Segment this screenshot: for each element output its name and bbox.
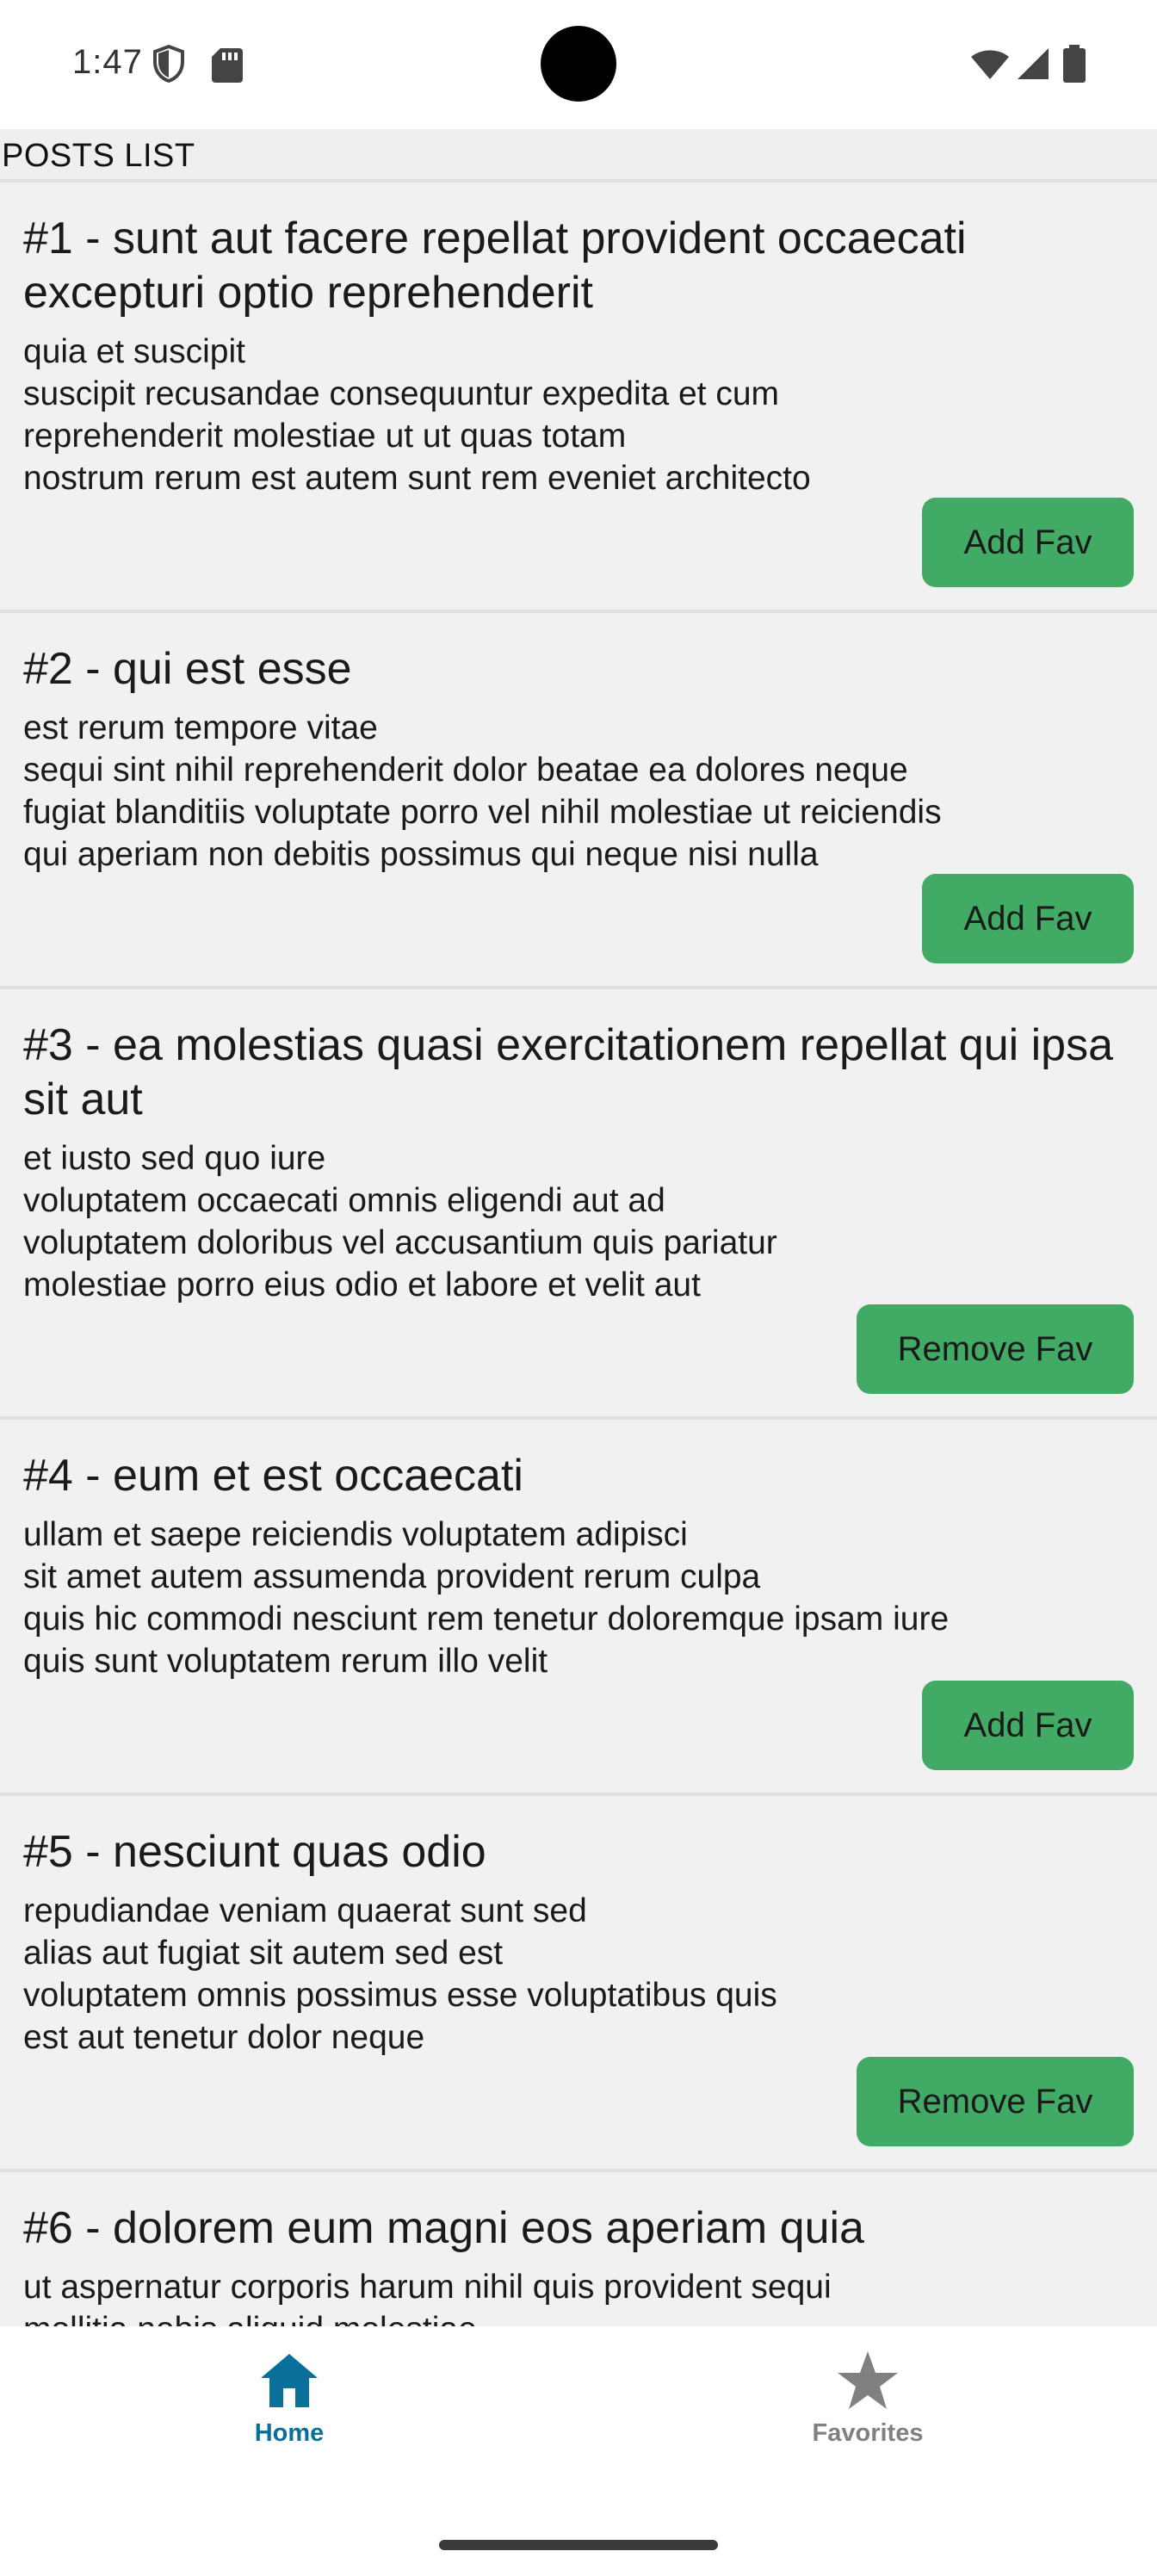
post-body: repudiandae veniam quaerat sunt sed alia…	[23, 1892, 777, 2056]
post-card: #4 - eum et est occaecati ullam et saepe…	[0, 1416, 1157, 1793]
post-card: #2 - qui est esse est rerum tempore vita…	[0, 610, 1157, 986]
device-screen: 1:47 POSTS LIST #1 - sunt aut facere rep…	[0, 0, 1157, 2576]
add-fav-button[interactable]: Add Fav	[922, 1681, 1134, 1770]
post-title: #1 - sunt aut facere repellat provident …	[23, 214, 967, 318]
remove-fav-button[interactable]: Remove Fav	[857, 2057, 1134, 2146]
post-card: #6 - dolorem eum magni eos aperiam quia …	[0, 2169, 1157, 2326]
nav-item-home[interactable]: Home	[160, 2342, 418, 2471]
star-icon	[838, 2351, 898, 2409]
post-card: #3 - ea molestias quasi exercitationem r…	[0, 986, 1157, 1416]
remove-fav-button[interactable]: Remove Fav	[857, 1304, 1134, 1394]
post-card: #1 - sunt aut facere repellat provident …	[0, 179, 1157, 610]
gesture-home-indicator[interactable]	[439, 2540, 718, 2550]
bottom-navigation: Home Favorites	[0, 2326, 1157, 2576]
battery-icon	[1063, 45, 1086, 83]
posts-content[interactable]: POSTS LIST #1 - sunt aut facere repellat…	[0, 129, 1157, 2326]
sd-card-icon	[212, 48, 243, 83]
add-fav-button[interactable]: Add Fav	[922, 874, 1134, 963]
nav-label-home: Home	[254, 2419, 325, 2447]
post-body: est rerum tempore vitae sequi sint nihil…	[23, 709, 942, 873]
post-body: et iusto sed quo iure voluptatem occaeca…	[23, 1140, 777, 1303]
post-title: #3 - ea molestias quasi exercitationem r…	[23, 1020, 1114, 1124]
post-title: #6 - dolorem eum magni eos aperiam quia	[23, 2203, 864, 2253]
add-fav-button[interactable]: Add Fav	[922, 498, 1134, 587]
nav-label-favorites: Favorites	[812, 2419, 924, 2447]
status-time: 1:47	[72, 43, 143, 81]
post-card: #5 - nesciunt quas odio repudiandae veni…	[0, 1793, 1157, 2169]
page-title: POSTS LIST	[2, 138, 195, 174]
home-icon	[261, 2354, 318, 2407]
wifi-icon	[971, 50, 1009, 79]
post-body: ullam et saepe reiciendis voluptatem adi…	[23, 1516, 950, 1680]
post-body: quia et suscipit suscipit recusandae con…	[23, 333, 811, 497]
post-body: ut aspernatur corporis harum nihil quis …	[23, 2269, 832, 2326]
shield-icon	[153, 45, 184, 83]
cell-signal-icon	[1018, 48, 1049, 79]
status-bar: 1:47	[0, 0, 1157, 129]
nav-item-favorites[interactable]: Favorites	[739, 2342, 997, 2471]
post-title: #2 - qui est esse	[23, 644, 352, 694]
post-title: #5 - nesciunt quas odio	[23, 1827, 486, 1877]
camera-cutout	[541, 26, 616, 102]
post-title: #4 - eum et est occaecati	[23, 1451, 523, 1501]
